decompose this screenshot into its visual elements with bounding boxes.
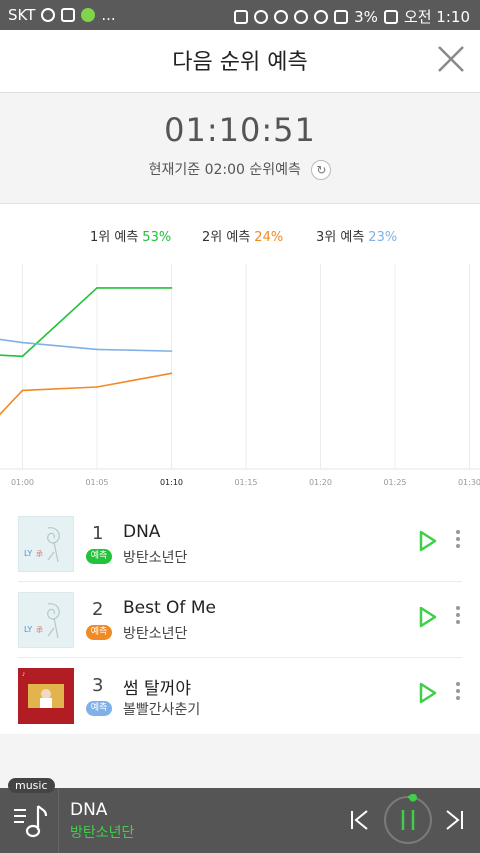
x-tick-label: 01:00 xyxy=(11,478,34,487)
carrier-label: SKT xyxy=(8,6,36,24)
more-notifications: ... xyxy=(101,6,116,24)
svg-text:♪: ♪ xyxy=(22,672,25,678)
data-point-1-2 xyxy=(96,287,98,289)
x-tick-label: 01:15 xyxy=(234,478,257,487)
svg-text:承: 承 xyxy=(36,625,43,634)
app-notification-icon xyxy=(41,8,56,22)
svg-text:LY: LY xyxy=(24,625,32,634)
previous-track-icon[interactable] xyxy=(350,810,370,830)
page-title: 다음 순위 예측 xyxy=(172,50,308,75)
gallery-notification-icon xyxy=(61,8,76,22)
series-line-3 xyxy=(0,338,172,352)
line-chart: 01:00 01:05 01:10 01:15 01:20 01:25 01:30 xyxy=(0,264,480,487)
next-track-icon[interactable] xyxy=(444,810,464,830)
alarm-icon xyxy=(294,9,309,24)
list-item[interactable]: ♪ 3 썸 탈꺼야 예측 볼빨간사춘기 xyxy=(18,657,462,733)
x-tick-label: 01:20 xyxy=(309,478,332,487)
prediction-basis-text: 현재기준 02:00 순위예측 xyxy=(148,162,301,178)
album-cover-love-yourself: LY 承 xyxy=(18,592,74,648)
prediction-basis: 현재기준 02:00 순위예측 ↻ xyxy=(0,159,480,180)
clock: 오전 1:10 xyxy=(403,8,470,26)
data-point-2-3 xyxy=(170,372,173,375)
list-item[interactable]: LY 承 2 Best Of Me 예측 방탄소년단 xyxy=(18,581,462,658)
pause-button[interactable] xyxy=(382,794,434,846)
now-playing-artist: 방탄소년단 xyxy=(70,825,135,841)
divider xyxy=(58,788,59,853)
song-title: Best Of Me xyxy=(123,598,216,618)
album-cover-red: ♪ xyxy=(18,668,74,724)
more-options-icon[interactable] xyxy=(454,679,462,705)
data-point-1-3 xyxy=(170,287,173,289)
rank-number: 3 xyxy=(92,675,104,696)
status-bar: SKT ... 3% 오전 1:10 xyxy=(0,0,480,30)
play-icon[interactable] xyxy=(418,529,438,553)
x-tick-label: 01:30 xyxy=(458,478,480,487)
x-tick-label: 01:10 xyxy=(160,478,183,487)
data-point-3-3 xyxy=(170,350,173,352)
check-notification-icon xyxy=(81,8,96,22)
play-icon[interactable] xyxy=(418,605,438,629)
header: 다음 순위 예측 xyxy=(0,30,480,93)
data-point-2-2 xyxy=(96,386,98,388)
wifi-icon xyxy=(314,9,329,24)
list-item[interactable]: LY 承 1 DNA 예측 방탄소년단 xyxy=(18,505,462,582)
album-cover-love-yourself: LY 承 xyxy=(18,516,74,572)
battery-icon xyxy=(383,9,398,24)
data-point-2-1 xyxy=(21,389,24,392)
x-tick-label: 01:25 xyxy=(383,478,406,487)
svg-text:承: 承 xyxy=(36,549,43,558)
signal-icon xyxy=(334,9,349,24)
now-playing-title: DNA xyxy=(70,800,108,820)
mini-player[interactable]: DNA 방탄소년단 xyxy=(0,788,480,853)
rank-list: LY 承 1 DNA 예측 방탄소년단 LY 承 2 Best Of Me 예측… xyxy=(0,500,480,734)
svg-text:LY: LY xyxy=(24,549,32,558)
rank-number: 1 xyxy=(92,523,104,544)
series-line-2 xyxy=(0,372,172,416)
battery-percent: 3% xyxy=(354,7,378,26)
artist-name: 방탄소년단 xyxy=(123,550,188,566)
close-icon[interactable] xyxy=(436,44,466,74)
refresh-icon[interactable]: ↻ xyxy=(311,160,332,180)
x-tick-label: 01:05 xyxy=(85,478,108,487)
artist-name: 방탄소년단 xyxy=(123,626,188,642)
prediction-badge: 예측 xyxy=(86,701,112,716)
song-title: 썸 탈꺼야 xyxy=(123,679,191,699)
more-options-icon[interactable] xyxy=(454,527,462,553)
countdown-panel: 01:10:51 현재기준 02:00 순위예측 ↻ xyxy=(0,93,480,204)
more-options-icon[interactable] xyxy=(454,603,462,629)
play-icon[interactable] xyxy=(418,681,438,705)
mute-icon xyxy=(274,9,289,24)
rank-number: 2 xyxy=(92,599,104,620)
countdown-timer: 01:10:51 xyxy=(164,111,316,149)
series-line-1 xyxy=(0,287,172,358)
bluetooth-icon xyxy=(254,9,269,24)
prediction-badge: 예측 xyxy=(86,625,112,640)
prediction-badge: 예측 xyxy=(86,549,112,564)
song-title: DNA xyxy=(123,522,161,542)
battery-saver-icon xyxy=(234,9,249,24)
playlist-music-icon[interactable] xyxy=(12,800,52,840)
data-point-3-2 xyxy=(96,348,98,351)
rank-prediction-chart: 1위 예측 53% 2위 예측 24% 3위 예측 23% 01:00 01:05 01:… xyxy=(0,204,480,500)
artist-name: 볼빨간사춘기 xyxy=(123,702,201,718)
data-point-1-1 xyxy=(21,355,24,358)
music-tag: music xyxy=(8,778,55,793)
data-point-3-1 xyxy=(21,341,24,344)
